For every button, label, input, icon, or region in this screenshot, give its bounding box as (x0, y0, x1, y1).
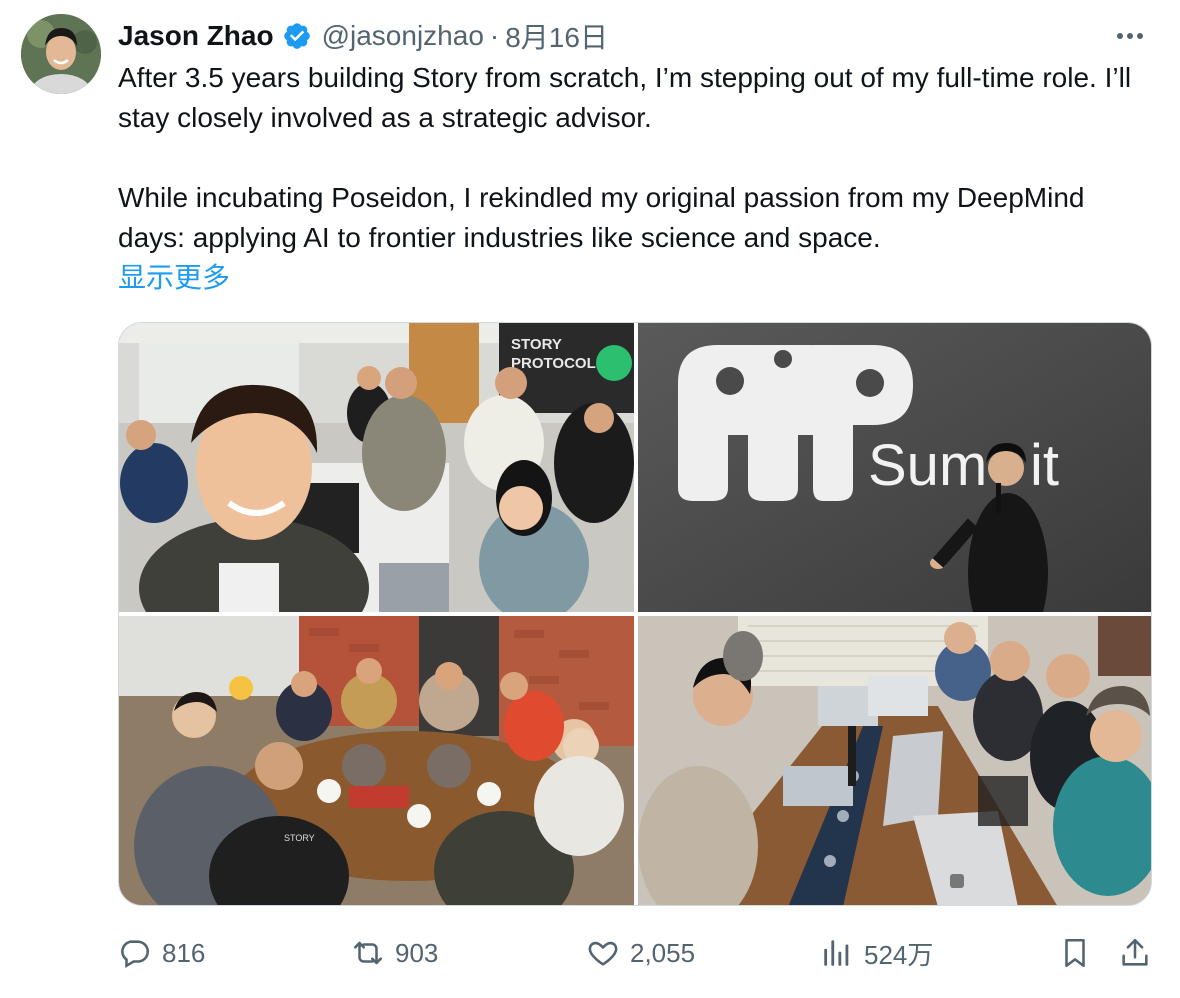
share-button[interactable] (1118, 928, 1152, 978)
bookmark-button[interactable] (1058, 928, 1092, 978)
photo-team-laptops[interactable] (638, 616, 1151, 905)
author-handle[interactable]: @jasonjzhao (322, 20, 484, 52)
svg-text:STORY: STORY (511, 336, 562, 353)
bookmark-icon (1065, 938, 1085, 968)
post-date[interactable]: 8月16日 (505, 16, 608, 56)
svg-text:STORY: STORY (284, 833, 315, 843)
share-icon (1122, 938, 1148, 966)
svg-text:PROTOCOL: PROTOCOL (511, 355, 596, 372)
views-button[interactable]: 524万 (820, 928, 933, 978)
show-more-link[interactable]: 显示更多 (118, 258, 1158, 298)
like-button[interactable]: 2,055 (586, 928, 695, 978)
reply-icon (121, 940, 150, 969)
tweet-actions: 816 903 2,055 524万 (118, 928, 1158, 978)
photo-summit-stage[interactable]: Sum it (638, 323, 1151, 612)
repost-icon (353, 941, 383, 965)
svg-text:it: it (1030, 433, 1059, 498)
summit-sign-text: Sum (868, 433, 987, 498)
media-grid: STORY PROTOCOL Sum it STORY (118, 322, 1152, 906)
tweet-card: Jason Zhao @jasonjzhao · 8月16日 After 3.5… (0, 0, 1180, 998)
views-chart-icon (824, 940, 849, 966)
view-count: 524万 (864, 939, 934, 970)
more-options-icon[interactable] (1110, 18, 1150, 54)
like-count: 2,055 (630, 937, 696, 968)
repost-count: 903 (395, 937, 439, 968)
reply-count: 816 (162, 937, 206, 968)
avatar[interactable] (21, 14, 101, 94)
verified-badge-icon (283, 23, 310, 49)
author-name[interactable]: Jason Zhao (118, 20, 274, 52)
tweet-paragraph-2: While incubating Poseidon, I rekindled m… (118, 182, 1093, 253)
heart-icon (588, 941, 618, 966)
photo-team-dinner[interactable]: STORY (119, 616, 634, 905)
tweet-header: Jason Zhao @jasonjzhao · 8月16日 (118, 16, 608, 56)
reply-button[interactable]: 816 (118, 928, 205, 978)
tweet-paragraph-1: After 3.5 years building Story from scra… (118, 62, 1139, 133)
tweet-text: After 3.5 years building Story from scra… (118, 58, 1158, 298)
photo-office-selfie[interactable]: STORY PROTOCOL (119, 323, 634, 612)
separator-dot: · (489, 20, 500, 51)
repost-button[interactable]: 903 (351, 928, 438, 978)
